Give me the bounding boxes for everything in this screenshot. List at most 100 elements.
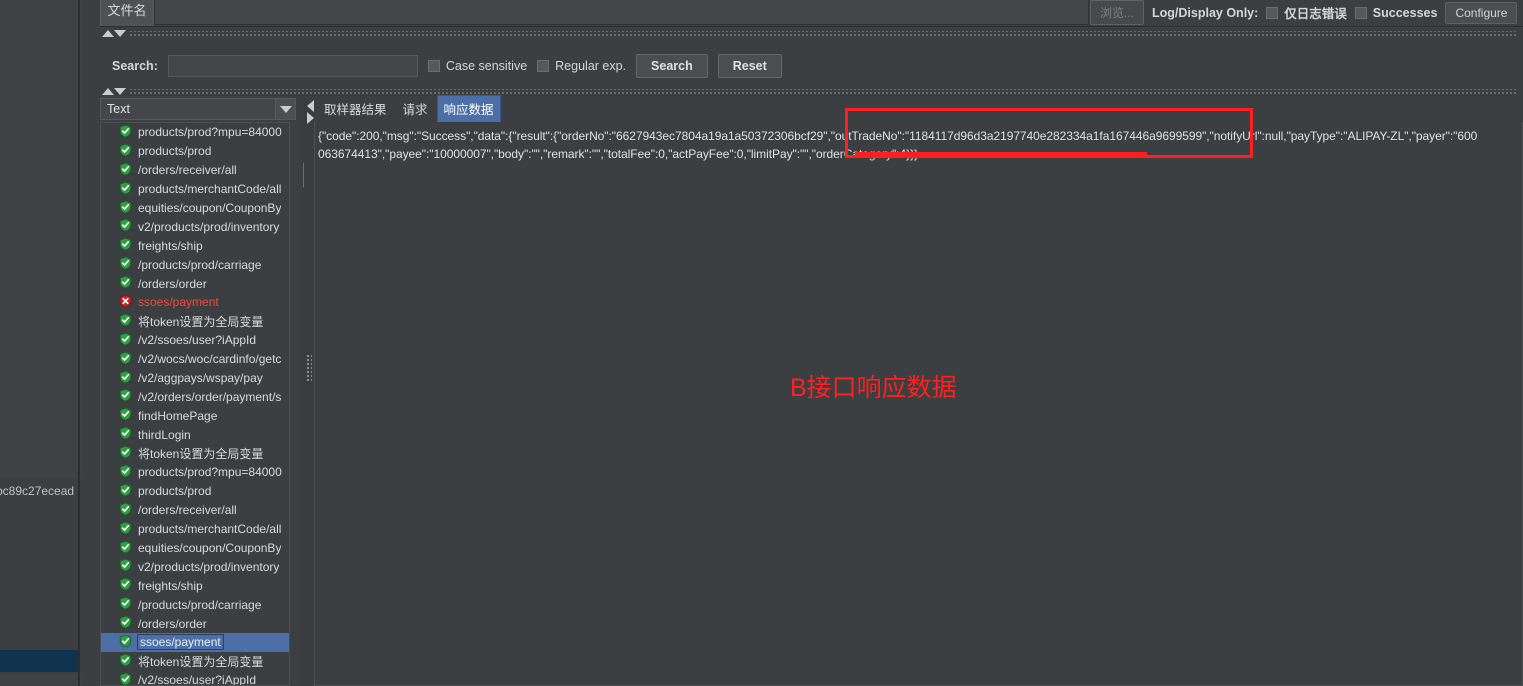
tree-item[interactable]: /v2/aggpays/wspay/pay [101,369,289,388]
shield-check-icon [119,558,132,575]
tree-item[interactable]: v2/products/prod/inventory [101,217,289,236]
search-button[interactable]: Search [636,54,708,78]
tree-results-splitter[interactable] [304,98,314,686]
toolbar-divider [100,26,1523,27]
tree-item[interactable]: /orders/order [101,274,289,293]
render-selector[interactable]: Text [100,98,296,120]
collapse-control-search[interactable] [102,86,1517,97]
shield-check-icon [119,181,132,198]
shield-check-icon [119,388,132,405]
tree-item[interactable]: /products/prod/carriage [101,255,289,274]
main-panel: 文件名 浏览... Log/Display Only: 仅日志错误 Succes… [82,0,1523,686]
tree-item[interactable]: products/prod?mpu=84000 [101,463,289,482]
collapse-right-icon[interactable] [306,112,314,124]
result-tab[interactable]: 请求 [397,96,434,122]
render-selector-value: Text [107,102,130,116]
shield-check-icon [119,256,132,273]
tree-item[interactable]: 将token设置为全局变量 [101,444,289,463]
configure-button[interactable]: Configure [1445,1,1518,24]
tree-item-label: equities/coupon/CouponBy [138,201,282,215]
splitter-bar[interactable] [129,30,1517,37]
collapse-up-icon[interactable] [102,88,114,95]
tree-item[interactable]: products/prod?mpu=84000 [101,123,289,142]
tree-item[interactable]: equities/coupon/CouponBy [101,199,289,218]
tree-item[interactable]: 将token设置为全局变量 [101,312,289,331]
result-tab[interactable]: 响应数据 [436,95,501,123]
regular-exp-label: Regular exp. [555,59,627,73]
tree-item[interactable]: 将token设置为全局变量 [101,652,289,671]
tree-item[interactable]: equities/coupon/CouponBy [101,539,289,558]
background-window-body [0,478,82,674]
tree-item-label: freights/ship [138,578,203,593]
search-toolbar: Search: Case sensitive Regular exp. Sear… [100,47,1523,85]
tree-item[interactable]: products/prod [101,482,289,501]
collapse-left-icon[interactable] [306,100,314,112]
tree-item-label: products/prod [138,144,212,159]
tree-item-label: /v2/wocs/woc/cardinfo/getc [138,352,282,367]
background-window: bc89c27ecead [0,0,82,686]
checkbox-box [427,60,440,72]
response-data-view[interactable]: {"code":200,"msg":"Success","data":{"res… [314,122,1523,686]
tree-item[interactable]: /orders/order [101,614,289,633]
collapse-control-top[interactable] [102,28,1517,39]
collapse-up-icon[interactable] [102,30,114,37]
tree-item[interactable]: /orders/receiver/all [101,501,289,520]
collapse-down-icon[interactable] [114,30,126,37]
tree-item-label: /orders/receiver/all [138,163,237,178]
successes-label: Successes [1372,5,1438,20]
errors-only-checkbox[interactable]: 仅日志错误 [1266,3,1347,22]
tree-item-label: equities/coupon/CouponBy [138,541,282,556]
checkbox-box [537,60,550,72]
tree-item[interactable]: products/prod [101,142,289,161]
tree-item[interactable]: freights/ship [101,236,289,255]
shield-check-icon [119,634,132,651]
results-tree[interactable]: products/prod?mpu=84000 products/prod/ord… [100,122,290,686]
successes-checkbox[interactable]: Successes [1354,5,1438,20]
shield-check-icon [119,672,132,685]
tree-item[interactable]: ssoes/payment [101,633,289,652]
tree-item-label: /v2/ssoes/user?iAppId [138,333,257,348]
splitter-bar[interactable] [129,88,1517,95]
tree-item-label: products/prod?mpu=84000 [138,465,282,480]
filename-input[interactable] [154,0,1089,25]
regular-exp-checkbox[interactable]: Regular exp. [537,59,626,73]
tree-item-label: /v2/orders/order/payment/s [138,389,282,404]
tree-item[interactable]: thirdLogin [101,425,289,444]
tree-item[interactable]: /v2/ssoes/user?iAppId [101,331,289,350]
tree-item[interactable]: /orders/receiver/all [101,161,289,180]
shield-error-icon [119,294,132,311]
app-root: bc89c27ecead 文件名 浏览... Log/Display Only:… [0,0,1523,686]
tree-item[interactable]: products/merchantCode/all [101,180,289,199]
reset-button[interactable]: Reset [717,54,782,78]
shield-check-icon [119,124,132,141]
result-tab[interactable]: 取样器结果 [318,96,393,122]
tree-item[interactable]: /products/prod/carriage [101,595,289,614]
shield-check-icon [119,332,132,349]
tree-item[interactable]: /v2/orders/order/payment/s [101,387,289,406]
errors-only-label: 仅日志错误 [1284,7,1347,21]
case-sensitive-checkbox[interactable]: Case sensitive [427,59,527,73]
tree-item[interactable]: /v2/ssoes/user?iAppId [101,671,289,685]
tree-item[interactable]: products/merchantCode/all [101,520,289,539]
shield-check-icon [119,143,132,160]
tree-item-label: findHomePage [138,408,218,423]
tree-item[interactable]: findHomePage [101,406,289,425]
tree-item[interactable]: freights/ship [101,576,289,595]
tree-item[interactable]: /v2/wocs/woc/cardinfo/getc [101,350,289,369]
tree-item-label: /products/prod/carriage [138,597,262,612]
filename-tab[interactable]: 文件名 [100,0,154,26]
background-window-text: bc89c27ecead [0,484,75,498]
result-tabs: 取样器结果 请求 响应数据 [314,95,501,123]
search-input[interactable] [167,55,418,77]
tree-item[interactable]: ssoes/payment [101,293,289,312]
chevron-down-icon[interactable] [275,99,295,119]
tree-item[interactable]: v2/products/prod/inventory [101,557,289,576]
collapse-down-icon[interactable] [114,88,126,95]
tree-item-label: /v2/aggpays/wspay/pay [138,371,263,386]
tree-item-label: /products/prod/carriage [138,257,262,272]
browse-button[interactable]: 浏览... [1090,0,1145,25]
background-window-statusbar [0,650,80,672]
tree-item-label: ssoes/payment [137,634,224,651]
log-display-controls: 浏览... Log/Display Only: 仅日志错误 Successes … [1090,0,1518,25]
splitter-grip[interactable] [306,354,312,382]
